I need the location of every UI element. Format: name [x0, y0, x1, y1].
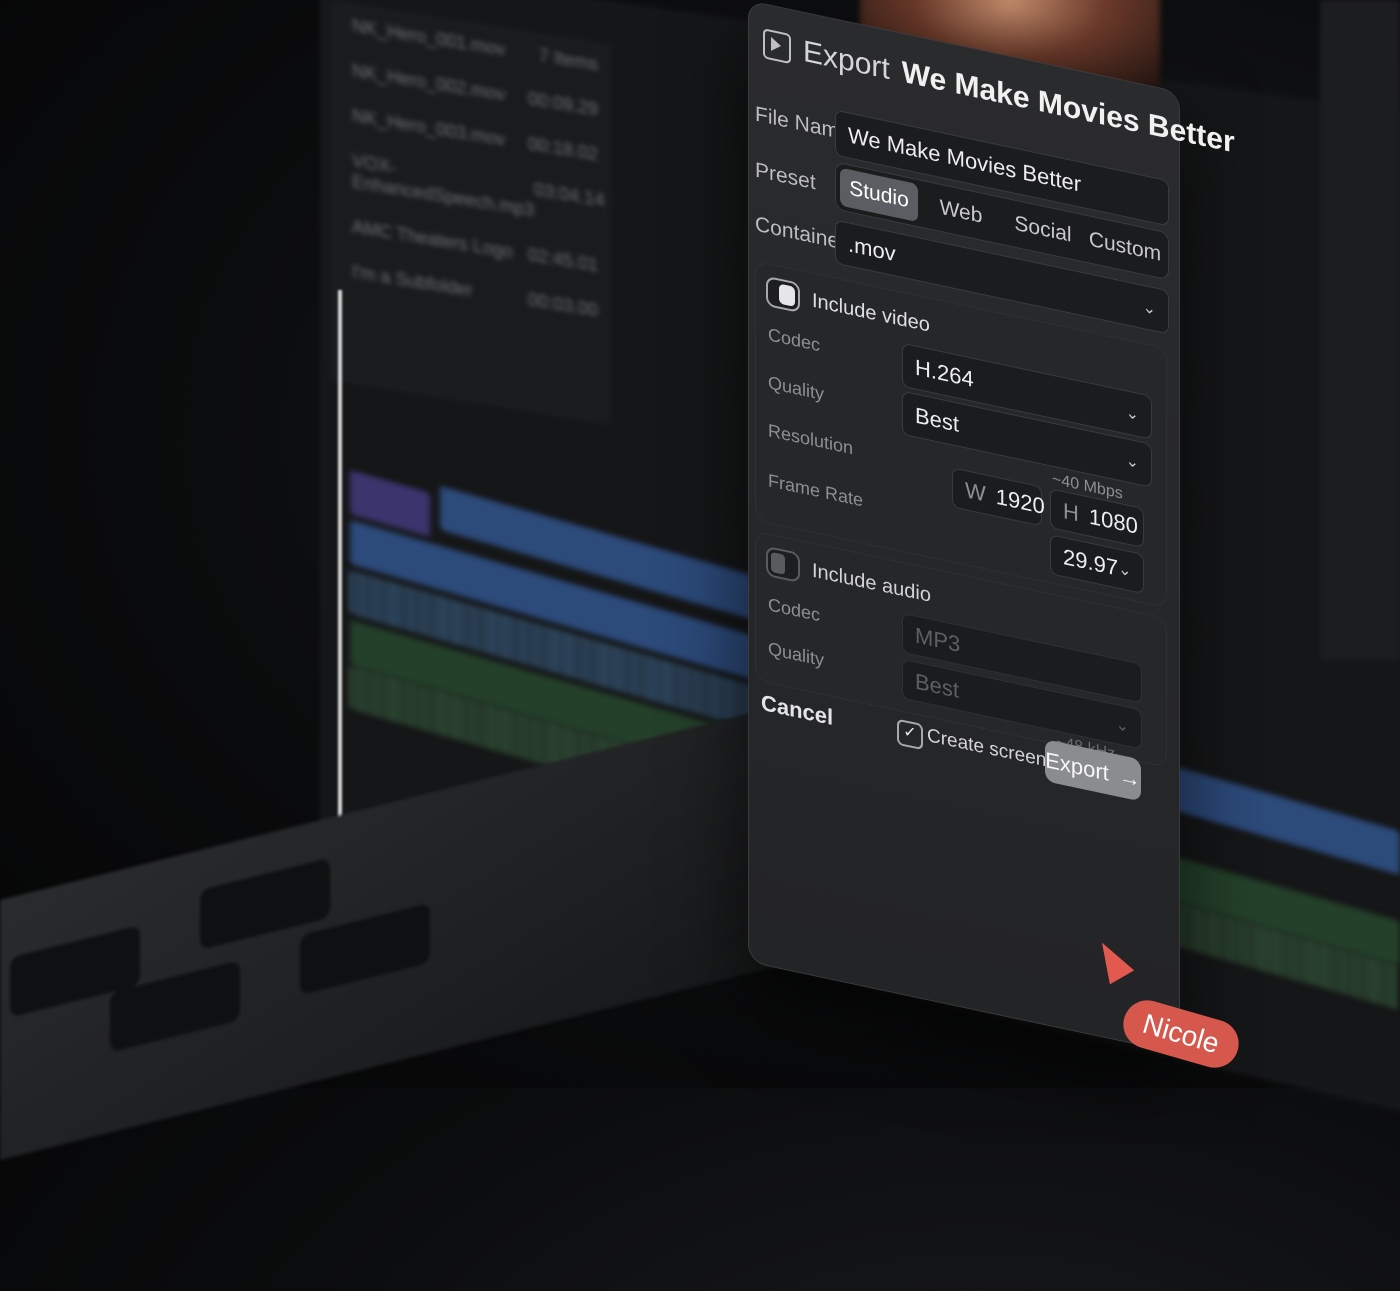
clip-meta: 02:45.01 [527, 244, 598, 276]
audio-codec-label: Codec [768, 594, 821, 626]
chevron-down-icon: ⌄ [1115, 716, 1129, 736]
preset-web[interactable]: Web [922, 185, 1000, 240]
export-dialog-wrapper: Export We Make Movies Better File Name W… [748, 0, 1235, 1054]
container-value: .mov [848, 231, 896, 267]
width-prefix: W [965, 477, 986, 507]
video-quality-label: Quality [768, 372, 825, 405]
include-video-toggle[interactable] [766, 275, 800, 314]
include-audio-label: Include audio [812, 559, 931, 607]
height-prefix: H [1063, 497, 1079, 527]
clip-name: I'm a Subfolder [352, 261, 473, 301]
preset-social[interactable]: Social [1004, 202, 1082, 257]
clip-meta: 00:18.02 [527, 133, 598, 165]
clip-meta: 7 Items [538, 45, 598, 75]
preset-label: Preset [755, 158, 816, 195]
create-screening-checkbox[interactable]: ✓ [897, 718, 923, 751]
clip-meta: 00:03.00 [527, 289, 598, 321]
chevron-down-icon: ⌄ [1125, 452, 1139, 473]
export-button-label: Export [1045, 747, 1109, 786]
chevron-down-icon: ⌄ [1125, 404, 1139, 425]
export-dialog: Export We Make Movies Better File Name W… [748, 0, 1235, 1054]
arrow-right-icon: → [1118, 762, 1141, 793]
clip-meta: 00:09.29 [527, 88, 598, 120]
frame-rate-value: 29.97 [1063, 543, 1119, 581]
export-icon [763, 28, 791, 65]
include-video-label: Include video [812, 289, 930, 337]
video-codec-label: Codec [768, 324, 821, 356]
cancel-button[interactable]: Cancel [761, 690, 833, 731]
preset-custom[interactable]: Custom [1086, 220, 1164, 275]
width-value: 1920 [995, 483, 1045, 520]
video-codec-value: H.264 [915, 354, 974, 392]
resolution-label: Resolution [768, 420, 854, 459]
preset-studio[interactable]: Studio [840, 167, 918, 223]
timeline-clip[interactable] [1170, 765, 1400, 876]
playhead[interactable] [338, 290, 342, 850]
inspector-panel [1320, 0, 1400, 660]
video-quality-value: Best [915, 402, 960, 437]
media-browser: NK_Hero_001.mov 7 Items NK_Hero_002.mov 00… [330, 0, 610, 425]
chevron-down-icon: ⌄ [1118, 560, 1132, 581]
resolution-width-input[interactable]: W 1920 [952, 467, 1045, 527]
container-label: Container [755, 212, 847, 255]
clip-meta: 03:04.14 [534, 179, 605, 211]
audio-quality-value: Best [915, 668, 960, 703]
audio-codec-value: MP3 [915, 622, 961, 658]
include-audio-toggle[interactable] [766, 545, 800, 584]
height-value: 1080 [1088, 503, 1138, 539]
frame-rate-label: Frame Rate [768, 470, 864, 511]
title-prefix: Export [803, 34, 890, 87]
chevron-down-icon: ⌄ [1142, 298, 1156, 319]
audio-quality-label: Quality [768, 638, 825, 671]
